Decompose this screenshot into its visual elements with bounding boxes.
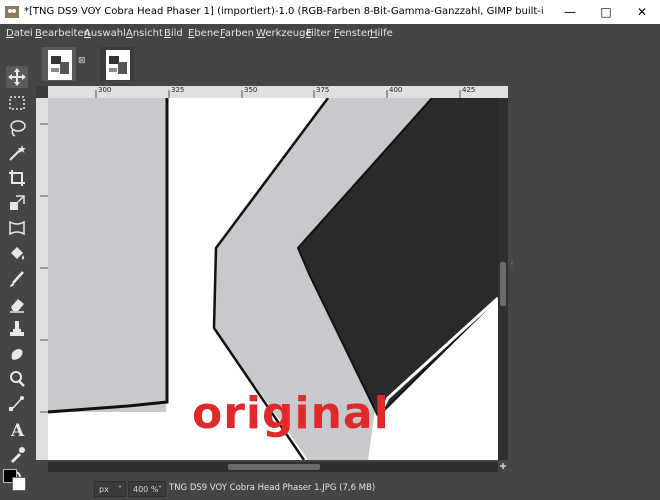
menu-bar: Datei Bearbeiten Auswahl Ansicht Bild Eb…: [0, 24, 660, 44]
paintbrush-icon: [10, 271, 24, 287]
menu-auswahl[interactable]: Auswahl: [84, 27, 126, 41]
chevron-down-icon: ˅: [118, 485, 122, 494]
warp-transform-tool[interactable]: [6, 217, 28, 239]
zoom-value: 400 %: [133, 485, 159, 494]
move-tool[interactable]: [6, 66, 28, 88]
unit-select[interactable]: px ˅: [94, 481, 126, 497]
eraser-tool[interactable]: [6, 293, 28, 315]
menu-bearbeiten[interactable]: Bearbeiten: [35, 27, 90, 41]
unified-transform-tool[interactable]: [6, 192, 28, 214]
close-icon: ✕: [636, 5, 648, 19]
bucket-fill-icon: [11, 247, 24, 260]
menu-farben[interactable]: Farben: [220, 27, 254, 41]
menu-ansicht[interactable]: Ansicht: [126, 27, 163, 41]
navigate-button[interactable]: ✚: [498, 462, 508, 472]
fuzzy-select-icon: [9, 145, 26, 161]
color-picker-tool[interactable]: [6, 443, 28, 465]
title-bar: *[TNG DS9 VOY Cobra Head Phaser 1] (impo…: [0, 0, 660, 24]
clone-tool[interactable]: [6, 318, 28, 340]
ruler-ticks: [40, 123, 48, 413]
rect-select-tool[interactable]: [6, 92, 28, 114]
ruler-corner[interactable]: [36, 86, 48, 98]
menu-ebene[interactable]: Ebene: [188, 27, 219, 41]
maximize-icon: □: [600, 5, 612, 19]
image-canvas[interactable]: original: [48, 98, 498, 460]
menu-werkzeuge[interactable]: Werkzeuge: [256, 27, 312, 41]
image-window: 300 325 350 375 400 425 original ✚ ⋮: [36, 86, 660, 478]
horizontal-ruler[interactable]: 300 325 350 375 400 425: [48, 86, 508, 98]
smudge-tool[interactable]: [6, 343, 28, 365]
menu-hilfe[interactable]: Hilfe: [370, 27, 393, 41]
image-tab-bar: ⊠: [36, 44, 660, 86]
crop-icon: [9, 170, 25, 186]
horizontal-scrollbar[interactable]: [48, 462, 498, 472]
dodge-burn-tool[interactable]: [6, 368, 28, 390]
chevron-down-icon: ˅: [158, 485, 162, 494]
crop-tool[interactable]: [6, 167, 28, 189]
menu-fenster[interactable]: Fenster: [334, 27, 371, 41]
unit-value: px: [99, 485, 109, 494]
bucket-fill-tool[interactable]: [6, 243, 28, 265]
zoom-select[interactable]: 400 % ˅: [128, 481, 166, 497]
move-icon: [8, 68, 26, 86]
paintbrush-tool[interactable]: [6, 268, 28, 290]
smudge-icon: [11, 349, 23, 360]
image-tab-1[interactable]: [42, 47, 76, 81]
gimp-app-icon: [5, 6, 19, 18]
close-icon[interactable]: ⊠: [78, 56, 86, 66]
dock-handle-icon[interactable]: ⋮: [508, 260, 516, 276]
clone-icon: [10, 321, 24, 336]
dodge-burn-icon: [10, 371, 25, 387]
status-info: TNG DS9 VOY Cobra Head Phaser 1.JPG (7,6…: [169, 483, 376, 493]
navigate-icon: ✚: [499, 462, 507, 471]
vertical-scroll-thumb[interactable]: [500, 262, 506, 306]
horizontal-scroll-thumb[interactable]: [228, 464, 320, 470]
eraser-icon: [10, 299, 24, 313]
unified-transform-icon: [10, 195, 25, 210]
lasso-icon: [10, 120, 26, 137]
image-thumbnail: [48, 50, 72, 80]
menu-filter[interactable]: Filter: [306, 27, 331, 41]
image-thumbnail: [106, 50, 130, 80]
close-button[interactable]: ✕: [624, 0, 660, 24]
background-color-swatch[interactable]: [12, 477, 26, 491]
ruler-ticks: [95, 90, 461, 98]
warp-transform-icon: [9, 220, 25, 236]
window-title: *[TNG DS9 VOY Cobra Head Phaser 1] (impo…: [24, 6, 544, 17]
status-bar: px ˅ 400 % ˅ TNG DS9 VOY Cobra Head Phas…: [36, 478, 660, 500]
paths-tool[interactable]: [6, 393, 28, 415]
rect-select-icon: [9, 96, 25, 110]
menu-datei[interactable]: Datei: [6, 27, 33, 41]
svg-text:A: A: [10, 421, 25, 440]
vertical-ruler[interactable]: [36, 98, 48, 460]
vertical-scrollbar[interactable]: [498, 98, 508, 460]
menu-bild[interactable]: Bild: [164, 27, 183, 41]
color-picker-icon: [11, 447, 25, 463]
original-watermark: original: [192, 388, 390, 439]
maximize-button[interactable]: □: [588, 0, 624, 24]
image-tab-2[interactable]: [100, 47, 134, 81]
lasso-tool[interactable]: [6, 117, 28, 139]
fuzzy-select-tool[interactable]: [6, 142, 28, 164]
toolbox: A: [0, 44, 36, 500]
minimize-button[interactable]: —: [552, 0, 588, 24]
minimize-icon: —: [564, 5, 576, 19]
text-tool[interactable]: A: [6, 418, 28, 441]
paths-icon: [9, 396, 24, 411]
text-icon: A: [10, 421, 25, 441]
